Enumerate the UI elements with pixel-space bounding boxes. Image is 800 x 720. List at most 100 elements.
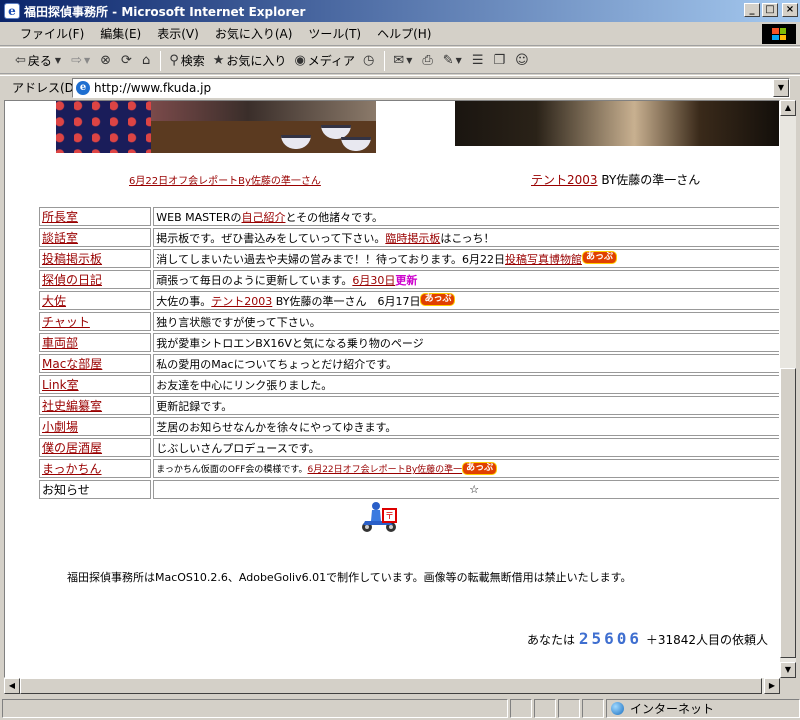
inline-link[interactable]: 6月30日 <box>352 274 395 287</box>
menu-item[interactable]: ヘルプ(H) <box>369 23 439 44</box>
inline-link[interactable]: 6月22日オフ会レポートBy佐藤の準一 <box>307 465 462 475</box>
table-row: チャット 独り言状態ですが使って下さい。 <box>39 312 779 331</box>
section-description: 掲示板です。ぜひ書込みをしていって下さい。臨時掲示板はこっち！ <box>153 228 779 247</box>
window-controls: _ □ × <box>744 3 798 17</box>
print-button[interactable]: ⎙ <box>419 50 437 72</box>
messenger-button[interactable]: ☺ <box>512 50 534 72</box>
section-link[interactable]: 大佐 <box>42 294 66 308</box>
mail-button[interactable]: ✉ ▼ <box>390 50 417 72</box>
vertical-scrollbar[interactable]: ▲ ▼ <box>780 100 796 678</box>
section-description: じぶしいさんプロデュースです。 <box>153 438 779 457</box>
inline-link[interactable]: 臨時掲示板 <box>385 232 440 245</box>
description-text: 掲示板です。ぜひ書込みをしていって下さい。 <box>156 231 386 245</box>
favorites-button[interactable]: ★ お気に入り <box>210 50 290 72</box>
print-icon: ⎙ <box>422 53 433 68</box>
minimize-button[interactable]: _ <box>744 3 760 17</box>
stop-button[interactable]: ⊗ <box>97 50 116 72</box>
menu-item[interactable]: 表示(V) <box>149 23 207 44</box>
menu-item[interactable]: ツール(T) <box>300 23 369 44</box>
edit-button[interactable]: ✎ ▼ <box>440 50 467 72</box>
horizontal-scrollbar[interactable]: ◀ ▶ <box>4 678 780 694</box>
status-cell <box>510 699 532 718</box>
address-dropdown-button[interactable]: ▼ <box>773 79 789 97</box>
svg-text:〒: 〒 <box>385 512 394 522</box>
scroll-up-button[interactable]: ▲ <box>780 100 796 116</box>
section-link[interactable]: 車両部 <box>42 336 78 350</box>
offkai-report-link[interactable]: 6月22日オフ会レポートBy佐藤の準一さん <box>129 172 321 187</box>
discuss-button[interactable]: ☰ <box>469 50 489 72</box>
scroll-left-button[interactable]: ◀ <box>4 678 20 694</box>
search-icon: ⚲ <box>169 53 179 68</box>
section-link[interactable]: まっかちん <box>42 462 102 476</box>
back-button[interactable]: ⇦ 戻る ▼ <box>12 50 66 72</box>
globe-icon <box>611 702 624 715</box>
section-link[interactable]: 所長室 <box>42 210 78 224</box>
inline-link[interactable]: 投稿写真博物館 <box>505 253 582 266</box>
section-description: 更新記録です。 <box>153 396 779 415</box>
close-button[interactable]: × <box>782 3 798 17</box>
tent-photo[interactable] <box>455 101 779 146</box>
scrollbar-corner <box>780 678 796 694</box>
section-link[interactable]: 僕の居酒屋 <box>42 441 102 455</box>
inline-link[interactable]: 自己紹介 <box>241 211 285 224</box>
section-link[interactable]: 投稿掲示板 <box>42 252 102 266</box>
windows-logo-icon <box>762 24 796 44</box>
scroll-down-button[interactable]: ▼ <box>780 662 796 678</box>
section-description: まっかちん仮面のOFF会の模様です。6月22日オフ会レポートBy佐藤の準一 あっぷ <box>153 459 779 478</box>
media-button[interactable]: ◉ メディア <box>291 50 358 72</box>
tent2003-link[interactable]: テント2003 <box>531 173 598 187</box>
description-text: 頑張って毎日のように更新しています。 <box>156 273 353 287</box>
history-button[interactable]: ◷ <box>360 50 379 72</box>
table-row: 談話室 掲示板です。ぜひ書込みをしていって下さい。臨時掲示板はこっち！ <box>39 228 779 247</box>
search-button[interactable]: ⚲ 検索 <box>166 50 208 72</box>
forward-arrow-icon: ⇨ <box>71 53 82 68</box>
menu-item[interactable]: ファイル(F) <box>12 23 92 44</box>
section-link[interactable]: 談話室 <box>42 231 78 245</box>
table-row: 所長室 WEB MASTERの自己紹介とその他諸々です。 <box>39 207 779 226</box>
section-link[interactable]: 社史編纂室 <box>42 399 102 413</box>
discuss-icon: ☰ <box>471 53 484 68</box>
menu-item[interactable]: お気に入り(A) <box>207 23 301 44</box>
update-badge: あっぷ <box>581 250 617 264</box>
page-icon: e <box>76 81 90 95</box>
refresh-button[interactable]: ⟳ <box>118 50 137 72</box>
description-text: 私の愛用のMacについてちょっとだけ紹介です。 <box>156 357 398 371</box>
forward-button[interactable]: ⇨ ▼ <box>68 50 95 72</box>
section-description: 消してしまいたい過去や夫婦の営みまで！！待っております。6月22日投稿写真博物館… <box>153 249 779 268</box>
update-label: 更新 <box>395 273 418 287</box>
refresh-icon: ⟳ <box>121 53 132 68</box>
section-description: 芝居のお知らせなんかを徐々にやってゆきます。 <box>153 417 779 436</box>
vertical-scroll-thumb[interactable] <box>780 368 796 658</box>
update-badge: あっぷ <box>420 292 456 306</box>
offkai-photo[interactable] <box>56 101 376 153</box>
address-input[interactable]: e http://www.fkuda.jp ▼ <box>72 78 790 98</box>
description-text: 消してしまいたい過去や夫婦の営みまで！！待っております。6月22日 <box>156 252 505 266</box>
delivery-scooter-icon: 〒 <box>362 502 397 532</box>
description-text: はこっち！ <box>440 231 495 245</box>
section-link[interactable]: 探偵の日記 <box>42 273 102 287</box>
research-button[interactable]: ❐ <box>490 50 510 72</box>
section-link[interactable]: チャット <box>42 315 90 329</box>
section-link[interactable]: Link室 <box>42 378 79 392</box>
maximize-button[interactable]: □ <box>762 3 778 17</box>
horizontal-scroll-thumb[interactable] <box>20 678 762 694</box>
section-link[interactable]: Macな部屋 <box>42 357 102 371</box>
menu-item[interactable]: 編集(E) <box>92 23 149 44</box>
description-text: 大佐の事。 <box>156 294 212 308</box>
title-bar: e 福田探偵事務所 - Microsoft Internet Explorer … <box>0 0 800 22</box>
tent-caption: テント2003 BY佐藤の準一さん <box>531 171 700 188</box>
description-text: お友達を中心にリンク張りました。 <box>156 378 333 392</box>
section-link[interactable]: 小劇場 <box>42 420 78 434</box>
inline-link[interactable]: テント2003 <box>211 295 272 308</box>
standard-toolbar: ⇦ 戻る ▼ ⇨ ▼ ⊗ ⟳ ⌂ ⚲ 検索 ★ お気に入り ◉ メディア ◷ ✉ ▼ ⎙ ✎ ▼… <box>0 47 800 74</box>
visitor-counter: あなたは 25606 ＋31842人目の依頼人 <box>527 629 769 648</box>
table-row: 車両部 我が愛車シトロエンBX16Vと気になる乗り物のページ <box>39 333 779 352</box>
scroll-right-button[interactable]: ▶ <box>764 678 780 694</box>
description-text: 更新記録です。 <box>156 399 233 413</box>
home-button[interactable]: ⌂ <box>139 50 155 72</box>
description-text: WEB MASTERの <box>156 210 242 224</box>
section-description: 大佐の事。テント2003 BY佐藤の準一さん 6月17日 あっぷ <box>153 291 779 310</box>
status-message <box>2 699 508 718</box>
description-text: 我が愛車シトロエンBX16Vと気になる乗り物のページ <box>156 336 424 350</box>
footer-note: 福田探偵事務所はMacOS10.2.6、AdobeGoliv6.01で制作してい… <box>67 571 632 584</box>
